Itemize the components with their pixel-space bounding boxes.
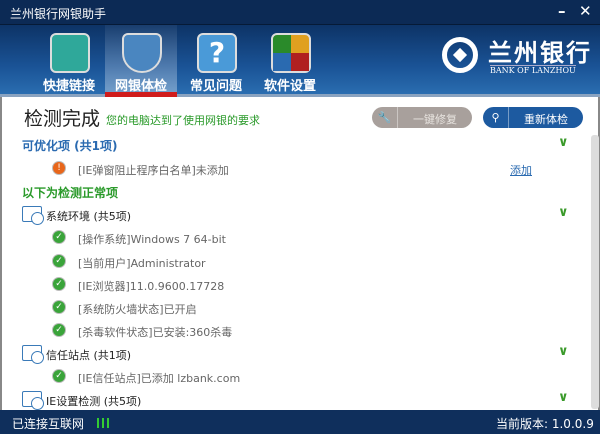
add-link[interactable]: 添加 xyxy=(510,162,532,178)
check-icon: ✓ xyxy=(52,369,66,383)
version-text: 当前版本: 1.0.0.9 xyxy=(496,417,594,431)
close-button[interactable]: ✕ xyxy=(579,2,592,20)
chevron-down-icon[interactable]: ∨ xyxy=(558,390,569,405)
scrollbar[interactable] xyxy=(591,135,599,409)
list-item: [IE浏览器]11.0.9600.17728 xyxy=(78,280,225,293)
chevron-down-icon[interactable]: ∨ xyxy=(558,344,569,359)
bank-logo: 兰州银行 BANK OF LANZHOU xyxy=(442,33,592,83)
status-bar: 已连接互联网 当前版本: 1.0.0.9 xyxy=(0,410,600,434)
shield-radar-icon xyxy=(122,33,162,73)
tab-settings[interactable]: 软件设置 xyxy=(254,25,326,94)
logo-cn: 兰州银行 xyxy=(488,39,592,67)
tab-faq[interactable]: ? 常见问题 xyxy=(180,25,252,94)
tab-health-check[interactable]: 网银体检 xyxy=(105,25,177,97)
folder-clock-icon xyxy=(22,345,44,364)
list-item: [操作系统]Windows 7 64-bit xyxy=(78,233,226,246)
nav-bar: 快捷链接 网银体检 ? 常见问题 软件设置 兰州银行 BANK OF LANZH… xyxy=(0,25,600,97)
warning-icon: ! xyxy=(52,161,66,175)
monitor-icon xyxy=(50,33,90,73)
chevron-down-icon[interactable]: ∨ xyxy=(558,135,569,150)
content-panel: 检测完成 您的电脑达到了使用网银的要求 🔧 一键修复 ⚲ 重新体检 可优化项 (共1… xyxy=(0,97,600,410)
group-header[interactable]: 系统环境 (共5项) xyxy=(46,208,131,224)
question-icon: ? xyxy=(197,33,237,73)
minimize-button[interactable]: – xyxy=(558,2,566,20)
tab-label: 常见问题 xyxy=(189,79,242,94)
list-item: [系统防火墙状态]已开启 xyxy=(78,303,197,316)
group-header[interactable]: IE设置检测 (共5项) xyxy=(46,393,141,409)
tab-quick-links[interactable]: 快捷链接 xyxy=(33,25,105,94)
tab-label: 软件设置 xyxy=(263,79,316,94)
settings-shapes-icon xyxy=(271,33,311,73)
list-item: [杀毒软件状态]已安装:360杀毒 xyxy=(78,326,233,339)
tab-label: 网银体检 xyxy=(114,79,167,94)
recheck-label: 重新体检 xyxy=(524,113,568,126)
signal-icon xyxy=(97,418,109,428)
normal-header: 以下为检测正常项 xyxy=(22,186,119,200)
folder-clock-icon xyxy=(22,391,44,410)
recheck-button[interactable]: ⚲ 重新体检 xyxy=(483,107,583,128)
title-bar: 兰州银行网银助手 – ✕ xyxy=(0,0,600,25)
search-icon: ⚲ xyxy=(483,107,509,128)
folder-clock-icon xyxy=(22,206,44,225)
optimize-header: 可优化项 (共1项) xyxy=(22,139,118,153)
check-icon: ✓ xyxy=(52,254,66,268)
check-icon: ✓ xyxy=(52,277,66,291)
chevron-down-icon[interactable]: ∨ xyxy=(558,205,569,220)
list-item: [IE弹窗阻止程序白名单]未添加 xyxy=(78,164,229,177)
repair-button[interactable]: 🔧 一键修复 xyxy=(372,107,472,128)
page-title: 检测完成 xyxy=(24,108,101,130)
check-icon: ✓ xyxy=(52,230,66,244)
connection-status: 已连接互联网 xyxy=(12,417,85,431)
check-icon: ✓ xyxy=(52,300,66,314)
result-subtitle: 您的电脑达到了使用网银的要求 xyxy=(106,114,260,127)
wrench-icon: 🔧 xyxy=(372,107,398,128)
list-item: [当前用户]Administrator xyxy=(78,257,206,270)
tab-label: 快捷链接 xyxy=(42,79,95,94)
group-header[interactable]: 信任站点 (共1项) xyxy=(46,347,131,363)
logo-icon xyxy=(442,37,478,73)
list-item: [IE信任站点]已添加 lzbank.com xyxy=(78,372,241,385)
repair-label: 一键修复 xyxy=(413,113,457,126)
window-title: 兰州银行网银助手 xyxy=(10,7,107,21)
logo-en: BANK OF LANZHOU xyxy=(490,65,576,75)
check-icon: ✓ xyxy=(52,323,66,337)
